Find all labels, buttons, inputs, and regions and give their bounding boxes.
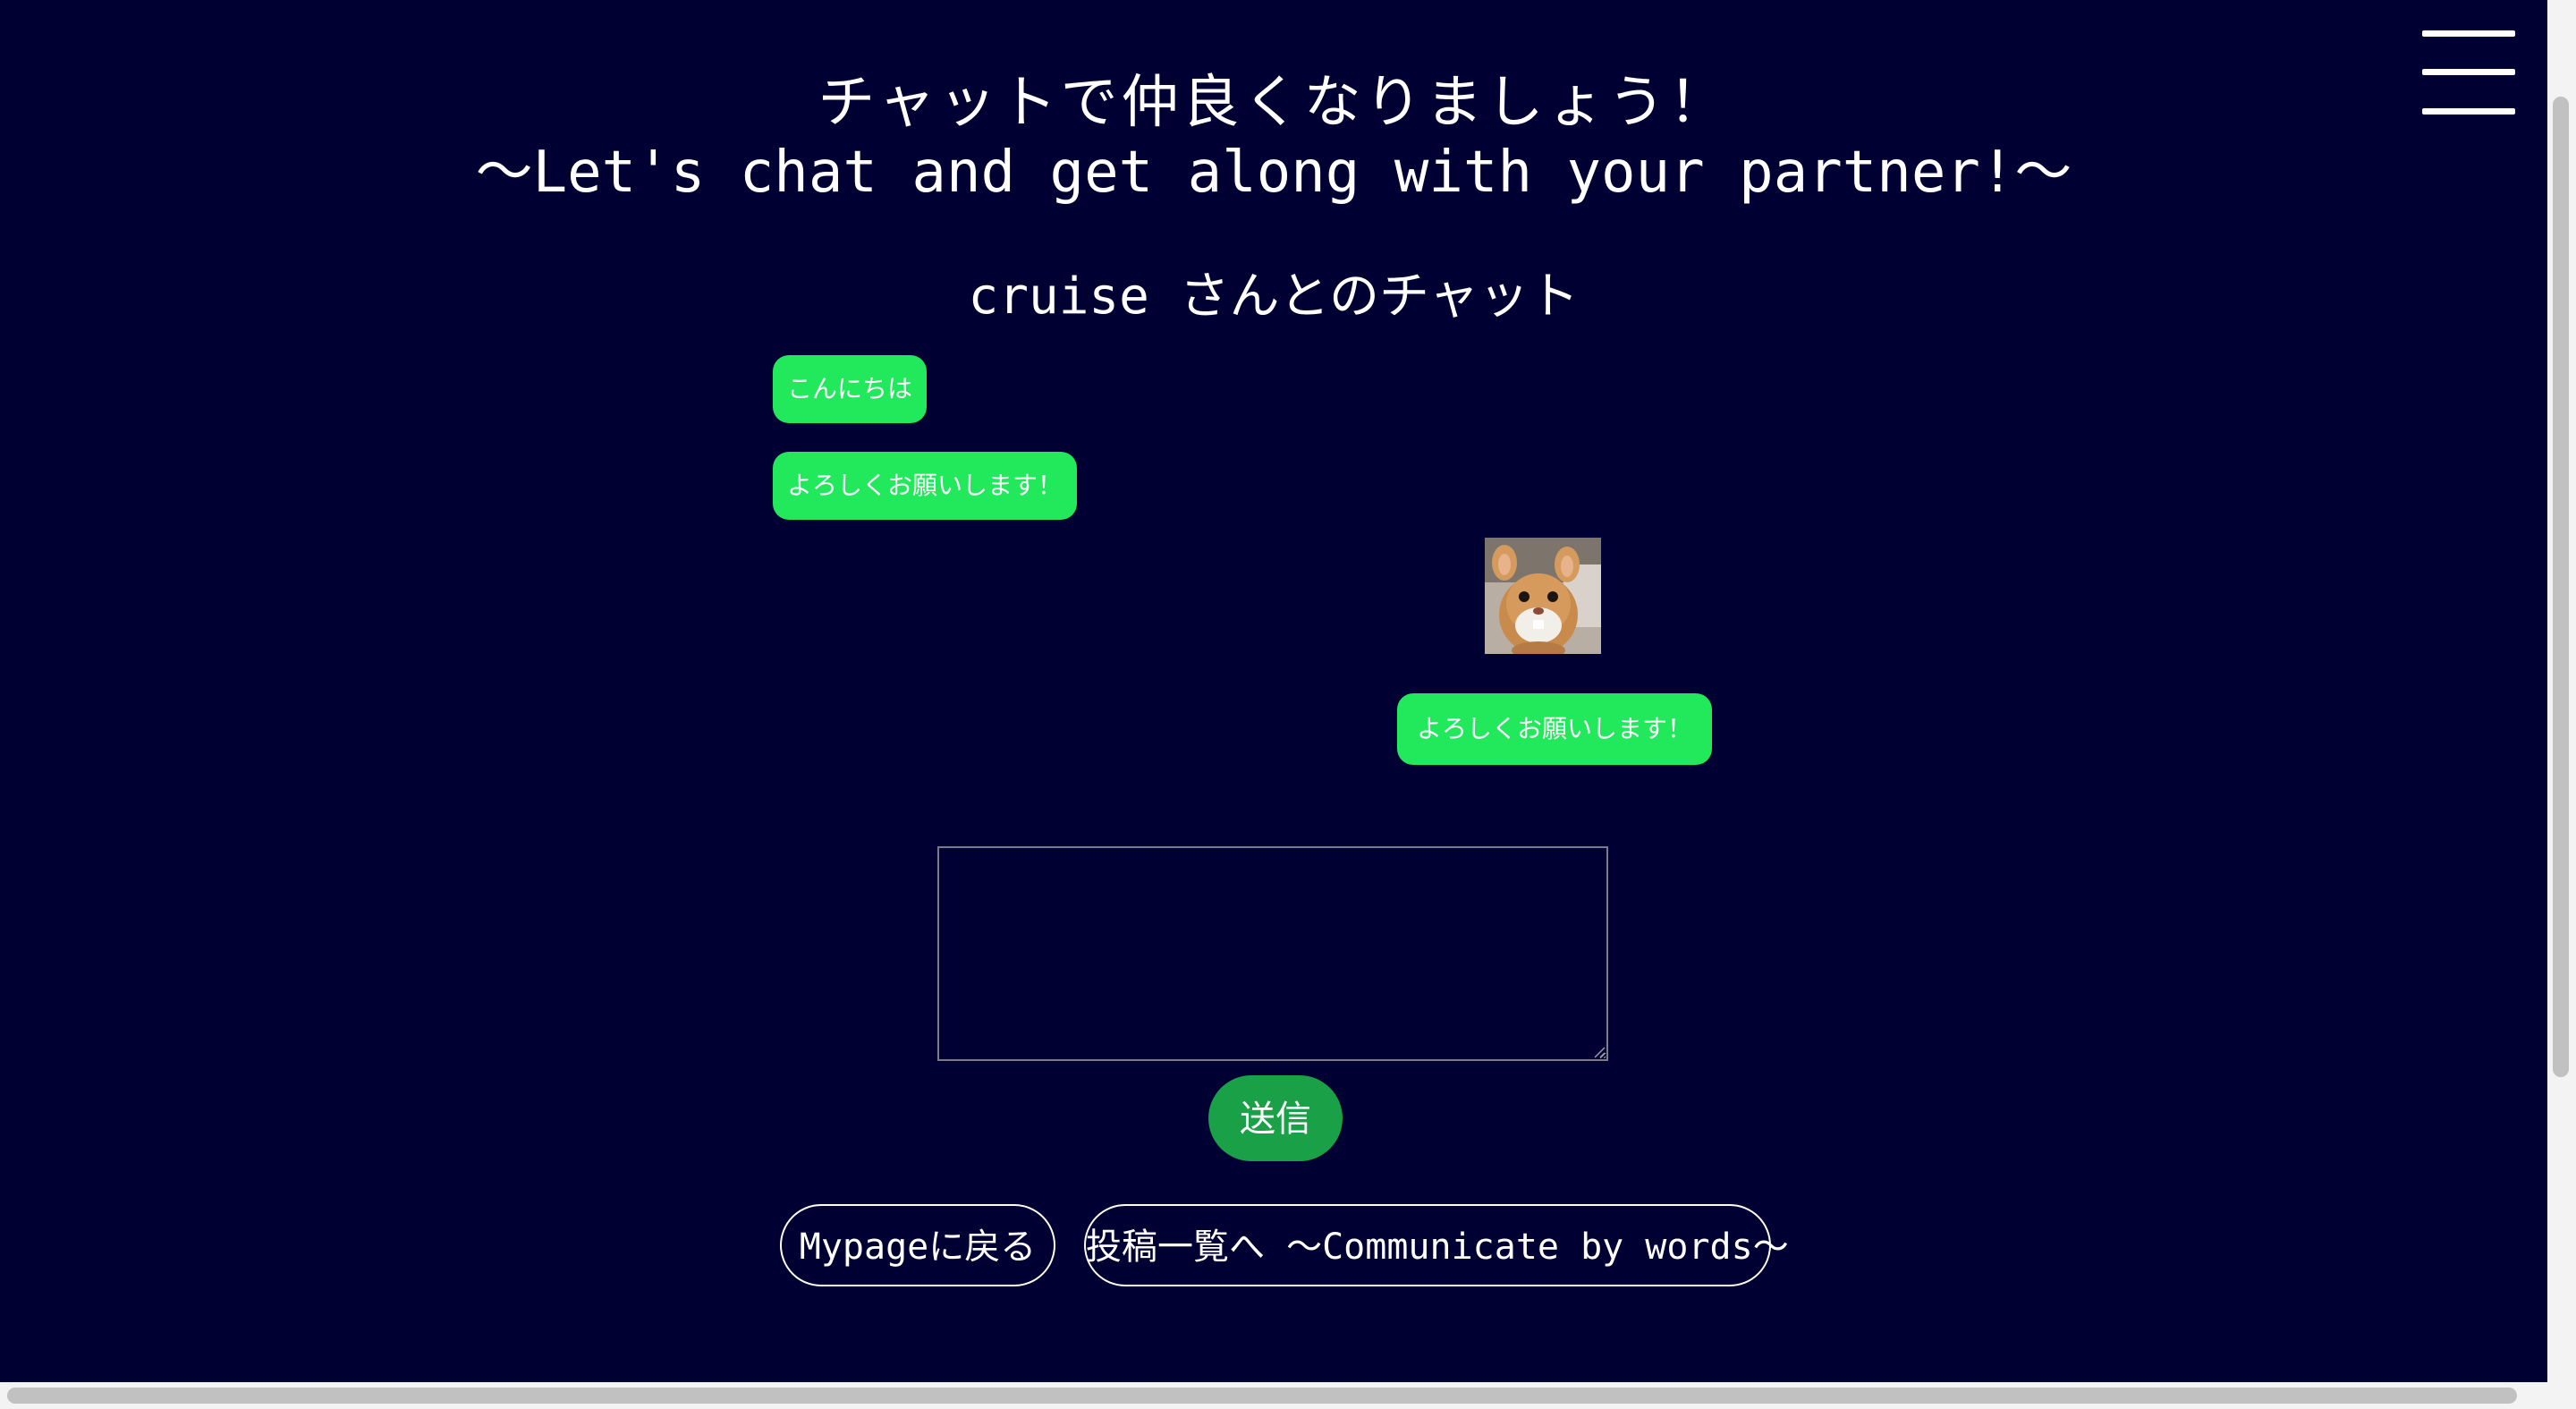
chat-page: チャットで仲良くなりましょう！ ～Let's chat and get alon…: [0, 0, 2547, 1382]
chat-image-message: [1485, 538, 1601, 654]
menu-bar-top: [2422, 30, 2515, 37]
vertical-scrollbar-thumb[interactable]: [2553, 97, 2569, 1077]
chat-message-sent: よろしくお願いします！: [1397, 693, 1713, 765]
page-title-japanese: チャットで仲良くなりましょう！: [818, 70, 1730, 136]
chat-message-received: よろしくお願いします！: [773, 452, 1078, 520]
horizontal-scrollbar-thumb[interactable]: [7, 1388, 2517, 1404]
chat-message-input[interactable]: [937, 846, 1608, 1061]
posts-list-button[interactable]: 投稿一覧へ ～Communicate by words～: [1084, 1204, 1789, 1286]
chat-message-received: こんにちは: [773, 355, 928, 423]
horizontal-scrollbar[interactable]: [0, 1382, 2576, 1409]
mypage-back-button[interactable]: Mypageに戻る: [780, 1204, 1055, 1286]
vertical-scrollbar[interactable]: [2547, 0, 2576, 1382]
hamster-photo-icon: [1485, 538, 1601, 654]
send-button[interactable]: 送信: [1208, 1075, 1343, 1161]
chat-partner-title: cruise さんとのチャット: [968, 267, 1580, 326]
page-title-english: ～Let's chat and get along with your part…: [475, 140, 2072, 206]
resize-grip-icon[interactable]: [1593, 1046, 1606, 1058]
